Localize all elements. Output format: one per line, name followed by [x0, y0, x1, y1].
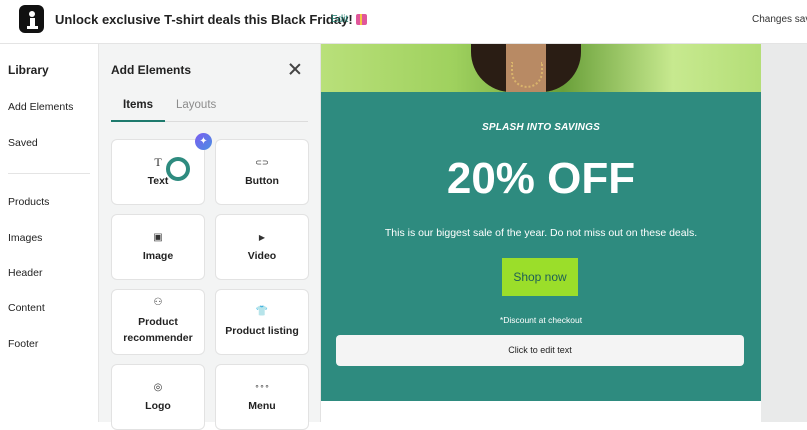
element-card-product-listing[interactable]: 👕 Product listing	[215, 289, 309, 355]
panel-title: Add Elements	[111, 63, 192, 77]
shop-now-button[interactable]: Shop now	[502, 258, 578, 296]
element-card-video[interactable]: ▶ Video	[215, 214, 309, 280]
tab-items[interactable]: Items	[123, 99, 153, 111]
element-label: Image	[142, 250, 174, 262]
sidebar-heading: Library	[8, 63, 49, 77]
element-label: Text	[147, 175, 169, 187]
element-label: Product listing	[225, 325, 299, 337]
promo-block[interactable]: SPLASH INTO SAVINGS 20% OFF This is our …	[321, 92, 761, 401]
add-elements-panel: Add Elements Items Layouts T Text ⊂⊃ But…	[99, 44, 321, 430]
button-icon: ⊂⊃	[255, 158, 269, 167]
element-label: Video	[247, 250, 277, 262]
promo-eyebrow[interactable]: SPLASH INTO SAVINGS	[321, 122, 761, 133]
edit-title-link[interactable]: Edit	[331, 14, 348, 25]
element-card-button[interactable]: ⊂⊃ Button	[215, 139, 309, 205]
sidebar-item-images[interactable]: Images	[8, 232, 42, 244]
app-logo-icon[interactable]	[19, 5, 44, 33]
save-status: Changes save	[752, 14, 807, 25]
close-icon[interactable]	[288, 62, 302, 76]
edit-text-block[interactable]: Click to edit text	[336, 335, 744, 366]
element-card-logo[interactable]: ◎ Logo	[111, 364, 205, 430]
campaign-title: Unlock exclusive T-shirt deals this Blac…	[55, 12, 367, 27]
gift-icon	[355, 14, 367, 25]
sidebar-item-footer[interactable]: Footer	[8, 338, 38, 350]
image-icon: ▣	[153, 232, 163, 243]
element-label: Button	[245, 175, 279, 187]
video-icon: ▶	[258, 233, 266, 242]
promo-headline[interactable]: 20% OFF	[321, 154, 761, 204]
sidebar-item-content[interactable]: Content	[8, 302, 45, 314]
library-sidebar: Library Add Elements Saved Products Imag…	[0, 44, 99, 422]
ai-sparkle-icon[interactable]: ✦	[195, 133, 212, 150]
tshirt-icon: 👕	[255, 306, 269, 317]
sidebar-item-header[interactable]: Header	[8, 267, 42, 279]
text-icon: T	[154, 155, 162, 169]
menu-icon: ∘∘∘	[254, 382, 270, 391]
cursor-indicator	[166, 157, 190, 181]
element-card-text[interactable]: T Text	[111, 139, 205, 205]
element-label: Menu	[248, 400, 276, 412]
element-label: Product recommender	[123, 316, 193, 344]
element-card-image[interactable]: ▣ Image	[111, 214, 205, 280]
sidebar-item-saved[interactable]: Saved	[8, 137, 38, 149]
sidebar-item-add-elements[interactable]: Add Elements	[8, 101, 73, 113]
sidebar-divider	[8, 173, 90, 174]
product-recommender-icon: ⚇	[153, 297, 163, 308]
email-canvas: SPLASH INTO SAVINGS 20% OFF This is our …	[321, 44, 807, 422]
active-tab-indicator	[111, 120, 165, 122]
sidebar-item-products[interactable]: Products	[8, 196, 49, 208]
tab-layouts[interactable]: Layouts	[176, 99, 216, 111]
top-bar: Unlock exclusive T-shirt deals this Blac…	[0, 0, 807, 44]
element-card-menu[interactable]: ∘∘∘ Menu	[215, 364, 309, 430]
next-block[interactable]	[321, 401, 761, 422]
promo-disclaimer[interactable]: *Discount at checkout	[321, 315, 761, 325]
logo-icon: ◎	[153, 382, 163, 393]
element-card-product-recommender[interactable]: ⚇ Product recommender	[111, 289, 205, 355]
promo-body[interactable]: This is our biggest sale of the year. Do…	[321, 227, 761, 239]
element-label: Logo	[145, 400, 171, 412]
hero-image[interactable]	[321, 44, 761, 92]
campaign-title-text: Unlock exclusive T-shirt deals this Blac…	[55, 12, 353, 27]
